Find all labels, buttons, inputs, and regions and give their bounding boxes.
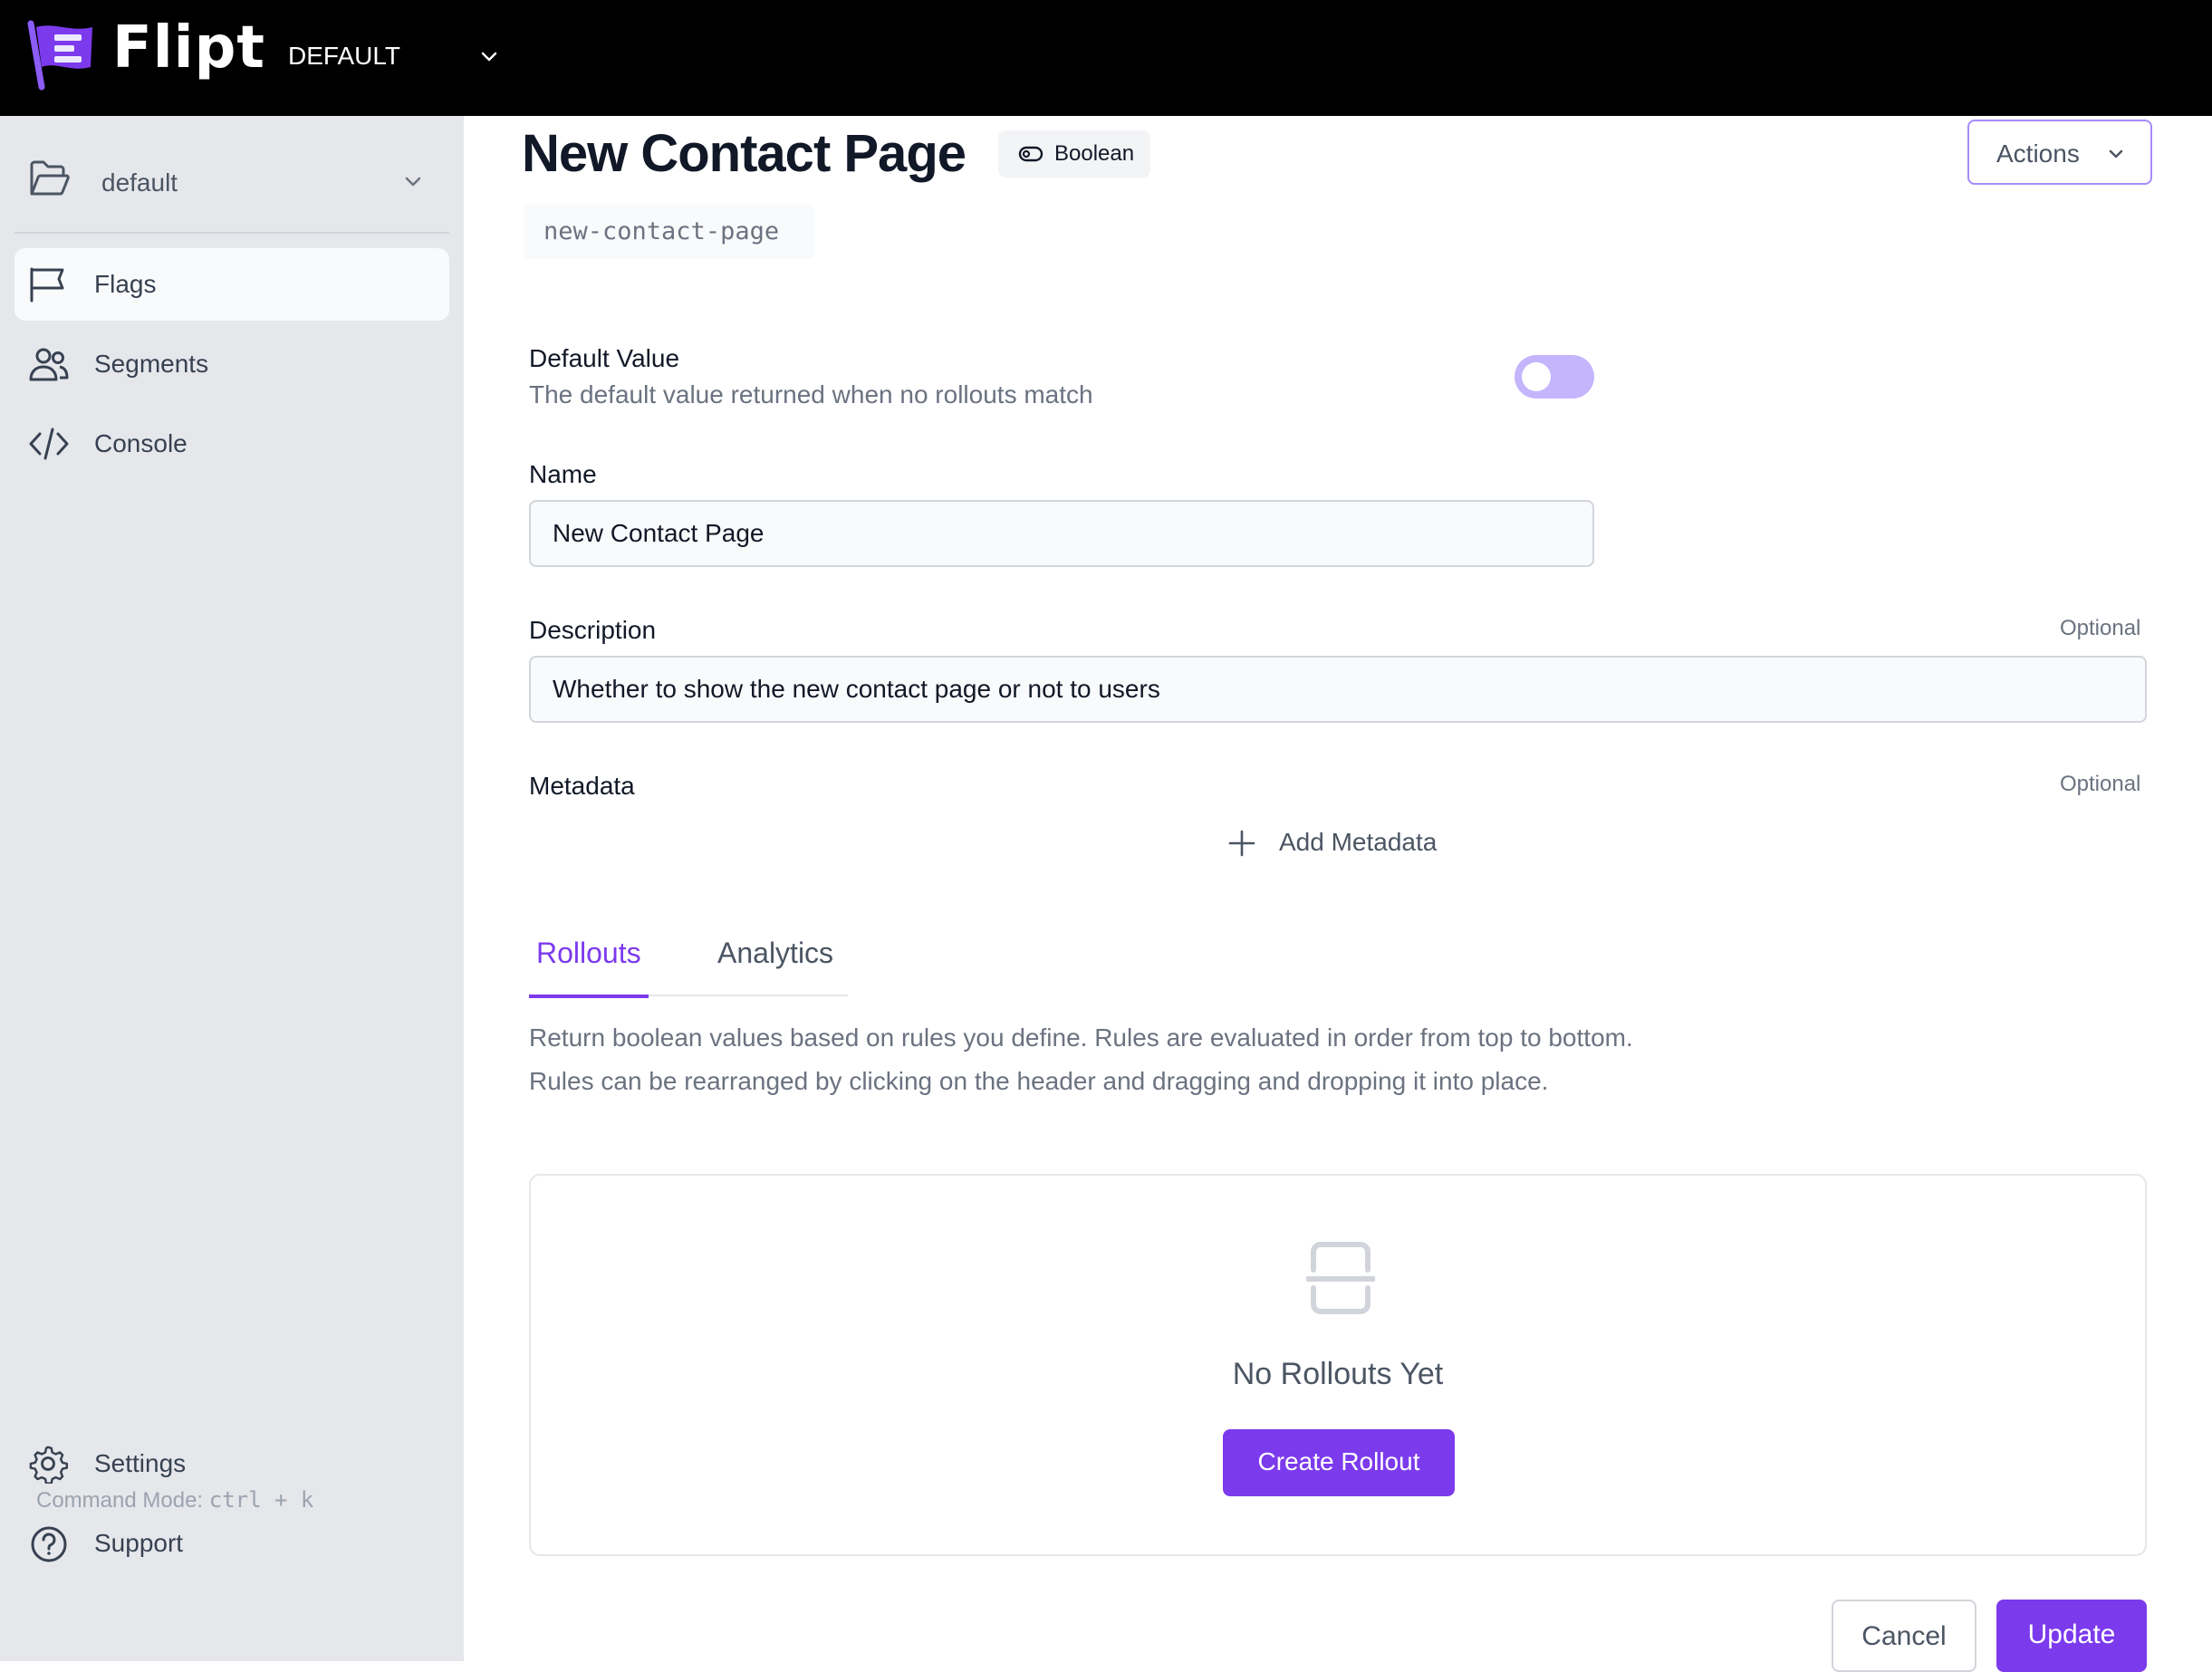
description-label: Description bbox=[529, 616, 657, 644]
chevron-down-icon bbox=[402, 170, 424, 192]
cancel-button[interactable]: Cancel bbox=[1832, 1600, 1976, 1672]
metadata-optional: Optional bbox=[2060, 772, 2141, 796]
gear-icon bbox=[29, 1446, 69, 1484]
description-input[interactable] bbox=[553, 658, 2123, 721]
sidebar-item-segments[interactable]: Segments bbox=[14, 328, 449, 400]
rollouts-description-line-2: Rules can be rearranged by clicking on t… bbox=[529, 1067, 1549, 1095]
sidebar-item-label: Support bbox=[94, 1529, 184, 1557]
namespace-label: DEFAULT bbox=[288, 42, 400, 70]
namespace-select[interactable]: DEFAULT bbox=[288, 40, 505, 76]
rollouts-empty-state: No Rollouts Yet Create Rollout bbox=[529, 1174, 2147, 1556]
name-field[interactable] bbox=[529, 500, 1594, 567]
workspace-label: default bbox=[101, 168, 178, 197]
chevron-down-icon bbox=[2105, 143, 2127, 165]
actions-label: Actions bbox=[1996, 139, 2080, 168]
chevron-down-icon bbox=[478, 45, 500, 67]
sidebar-item-flags[interactable]: Flags bbox=[14, 248, 449, 321]
create-rollout-button[interactable]: Create Rollout bbox=[1223, 1429, 1455, 1496]
description-field[interactable] bbox=[529, 656, 2147, 723]
sidebar: default Flags Segments Console Settings … bbox=[0, 116, 464, 1661]
tab-label: Rollouts bbox=[536, 937, 641, 969]
active-tab-indicator bbox=[529, 995, 649, 998]
update-label: Update bbox=[2027, 1619, 2116, 1649]
description-optional: Optional bbox=[2060, 616, 2141, 640]
flag-key: new-contact-page bbox=[524, 205, 815, 259]
flipt-logo-icon[interactable] bbox=[27, 20, 100, 92]
users-icon bbox=[29, 346, 69, 382]
default-value-label: Default Value bbox=[529, 344, 680, 372]
name-label: Name bbox=[529, 460, 597, 488]
help-icon bbox=[29, 1525, 69, 1563]
tab-label: Analytics bbox=[717, 937, 834, 969]
create-rollout-label: Create Rollout bbox=[1257, 1447, 1420, 1475]
command-mode-label: Command Mode: bbox=[36, 1488, 204, 1513]
sidebar-item-support[interactable]: Support bbox=[14, 1507, 449, 1580]
empty-state-title: No Rollouts Yet bbox=[1232, 1357, 1444, 1391]
top-bar: Flipt DEFAULT bbox=[0, 0, 2212, 116]
tab-rollouts[interactable]: Rollouts bbox=[529, 937, 649, 998]
brand-name: Flipt bbox=[112, 14, 265, 82]
sidebar-item-console[interactable]: Console bbox=[14, 408, 449, 480]
plus-icon bbox=[1228, 830, 1255, 857]
folder-open-icon bbox=[29, 159, 71, 199]
cancel-label: Cancel bbox=[1861, 1621, 1947, 1651]
command-mode-key: ctrl + k bbox=[208, 1487, 314, 1513]
sidebar-item-label: Flags bbox=[94, 270, 157, 298]
code-icon bbox=[29, 426, 69, 462]
actions-button[interactable]: Actions bbox=[1967, 120, 2152, 185]
toggle-knob bbox=[1522, 362, 1551, 391]
command-mode-hint: Command Mode: ctrl + k bbox=[36, 1487, 313, 1513]
sidebar-item-label: Console bbox=[94, 429, 188, 457]
name-input[interactable] bbox=[553, 502, 1571, 565]
flag-type-label: Boolean bbox=[1054, 141, 1135, 166]
flag-key-text: new-contact-page bbox=[543, 217, 780, 245]
split-square-icon bbox=[1306, 1239, 1375, 1317]
sidebar-item-label: Settings bbox=[94, 1449, 187, 1477]
workspace-select[interactable]: default bbox=[14, 149, 449, 212]
page-title: New Contact Page bbox=[522, 124, 967, 183]
update-button[interactable]: Update bbox=[1996, 1600, 2147, 1672]
flag-icon bbox=[29, 266, 69, 303]
default-value-toggle[interactable] bbox=[1515, 355, 1594, 399]
sidebar-item-label: Segments bbox=[94, 350, 209, 378]
add-metadata-label: Add Metadata bbox=[1279, 828, 1438, 856]
add-metadata-button[interactable]: Add Metadata bbox=[1228, 826, 1455, 862]
flag-type-badge: Boolean bbox=[998, 130, 1150, 178]
default-value-help: The default value returned when no rollo… bbox=[529, 380, 1093, 408]
rollouts-description-line-1: Return boolean values based on rules you… bbox=[529, 1023, 1633, 1052]
metadata-label: Metadata bbox=[529, 772, 635, 800]
tab-analytics[interactable]: Analytics bbox=[717, 937, 833, 995]
sidebar-divider bbox=[14, 232, 449, 234]
toggle-icon bbox=[1018, 145, 1043, 163]
